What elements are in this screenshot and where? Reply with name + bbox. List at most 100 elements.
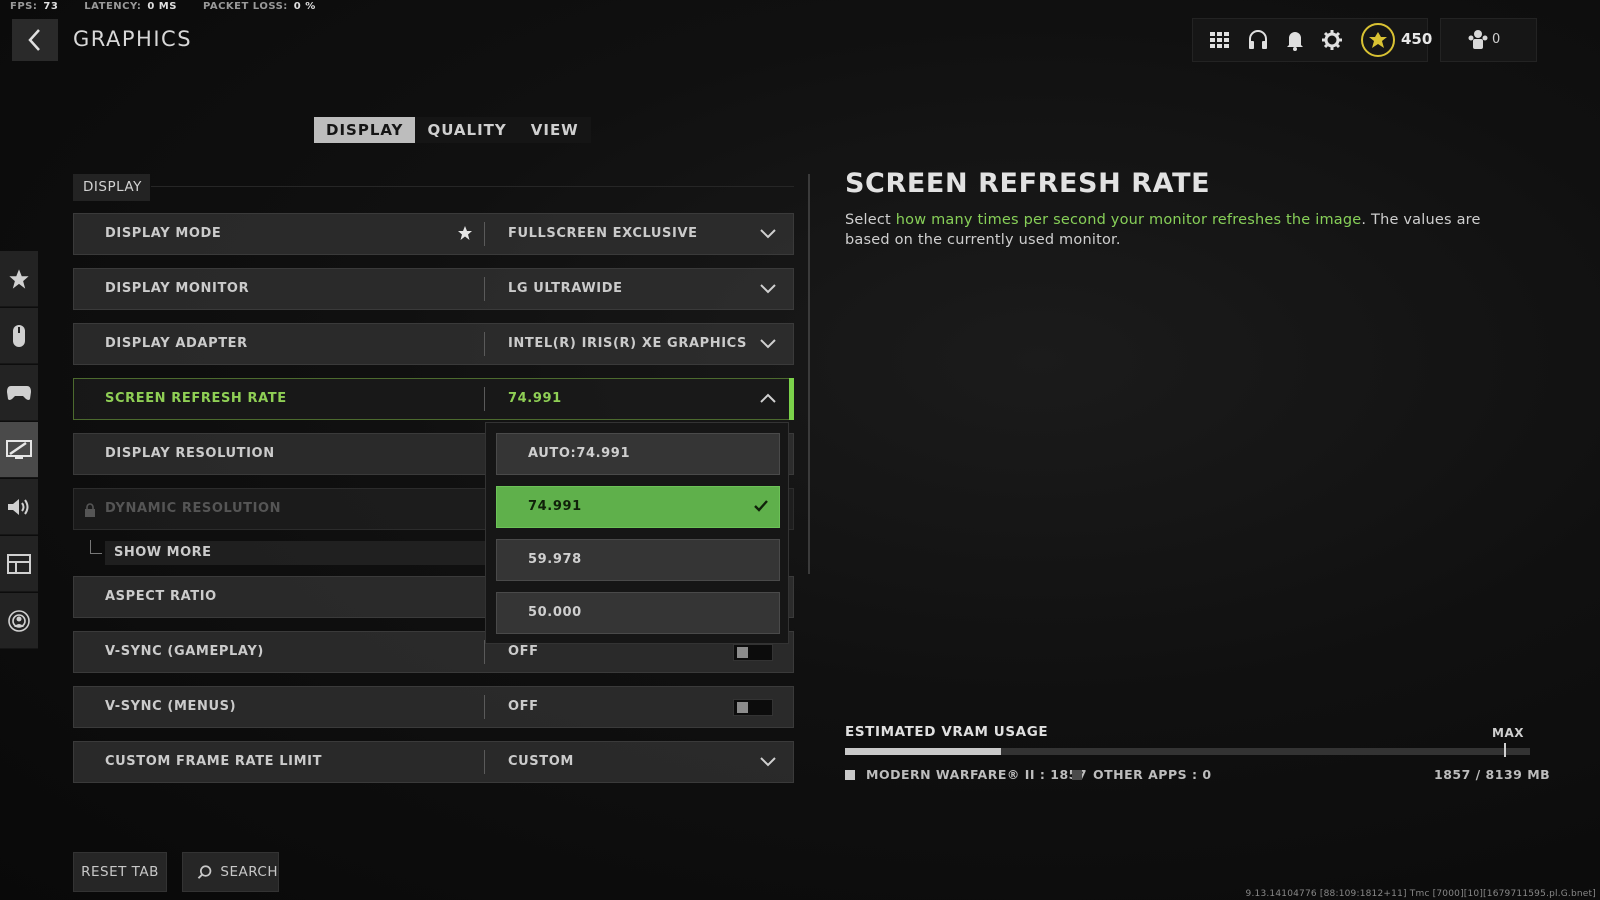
- category-controller[interactable]: [0, 365, 38, 421]
- chevron-left-icon: [28, 29, 40, 51]
- setting-name: ASPECT RATIO: [105, 589, 217, 604]
- vram-max-label: MAX: [1492, 726, 1524, 740]
- star-icon: [457, 225, 473, 245]
- legend-game: MODERN WARFARE® II : 1857: [845, 767, 1087, 782]
- tab-display[interactable]: DISPLAY: [314, 117, 416, 143]
- chevron-up-icon: [760, 393, 776, 403]
- packet-loss-value: 0 %: [293, 1, 316, 12]
- row-divider: [484, 222, 485, 246]
- build-version: 9.13.14104776 [88:109:1812+11] Tmc [7000…: [1245, 889, 1596, 899]
- row-divider: [484, 277, 485, 301]
- interface-icon: [7, 553, 31, 574]
- setting-display-adapter[interactable]: DISPLAY ADAPTER INTEL(R) IRIS(R) XE GRAP…: [73, 323, 794, 365]
- vram-max-marker: [1504, 743, 1506, 757]
- category-mouse[interactable]: [0, 308, 38, 364]
- lock-icon: [84, 502, 96, 521]
- party-icon: [1466, 28, 1490, 52]
- refresh-rate-dropdown: AUTO:74.991 74.991 59.978 50.000: [485, 422, 789, 644]
- dropdown-option[interactable]: 50.000: [496, 592, 780, 634]
- option-label: 74.991: [528, 499, 582, 514]
- cod-points-icon[interactable]: [1361, 23, 1395, 57]
- setting-value: OFF: [508, 699, 539, 714]
- dropdown-option-selected[interactable]: 74.991: [496, 486, 780, 528]
- category-audio[interactable]: [0, 479, 38, 535]
- row-divider: [484, 387, 485, 411]
- setting-vsync-menus[interactable]: V-SYNC (MENUS) OFF: [73, 686, 794, 728]
- setting-value: INTEL(R) IRIS(R) XE GRAPHICS: [508, 336, 747, 351]
- settings-scrollbar[interactable]: [808, 174, 810, 574]
- setting-value: 74.991: [508, 391, 562, 406]
- dropdown-option[interactable]: 59.978: [496, 539, 780, 581]
- setting-custom-frame-rate-limit[interactable]: CUSTOM FRAME RATE LIMIT CUSTOM: [73, 741, 794, 783]
- row-divider: [484, 695, 485, 719]
- vram-usage-bar: [845, 748, 1530, 755]
- latency-label: LATENCY:: [84, 1, 142, 12]
- legend-swatch: [845, 769, 855, 780]
- setting-display-monitor[interactable]: DISPLAY MONITOR LG ULTRAWIDE: [73, 268, 794, 310]
- party-count: 0: [1492, 32, 1501, 47]
- fps-label: FPS:: [10, 1, 38, 12]
- setting-display-mode[interactable]: DISPLAY MODE FULLSCREEN EXCLUSIVE: [73, 213, 794, 255]
- row-divider: [484, 750, 485, 774]
- category-account-network[interactable]: [0, 593, 38, 649]
- vsync-gameplay-toggle[interactable]: [733, 644, 773, 661]
- performance-stats: FPS: 73 LATENCY: 0 MS PACKET LOSS: 0 %: [10, 1, 338, 12]
- tab-quality[interactable]: QUALITY: [415, 117, 518, 143]
- tab-view[interactable]: VIEW: [519, 117, 591, 143]
- checkmark-icon: [754, 500, 768, 512]
- option-label: 59.978: [528, 552, 582, 567]
- graphics-tabs: DISPLAY QUALITY VIEW: [314, 117, 591, 143]
- headset-icon[interactable]: [1246, 28, 1270, 52]
- vsync-menus-toggle[interactable]: [733, 699, 773, 716]
- legend-other-label: OTHER APPS : 0: [1093, 767, 1212, 782]
- setting-name: SCREEN REFRESH RATE: [105, 391, 287, 406]
- page-title: GRAPHICS: [73, 27, 193, 51]
- toggle-knob: [737, 702, 748, 713]
- description-prefix: Select: [845, 212, 896, 228]
- latency-value: 0 MS: [147, 1, 177, 12]
- dropdown-option[interactable]: AUTO:74.991: [496, 433, 780, 475]
- cod-points-value: 450: [1401, 30, 1433, 48]
- chevron-down-icon: [760, 757, 776, 767]
- legend-other: OTHER APPS : 0: [1072, 767, 1212, 782]
- row-divider: [484, 332, 485, 356]
- setting-name: V-SYNC (GAMEPLAY): [105, 644, 264, 659]
- section-divider: [151, 186, 794, 187]
- category-interface[interactable]: [0, 536, 38, 592]
- search-icon: [197, 865, 212, 879]
- description-title: SCREEN REFRESH RATE: [845, 168, 1211, 199]
- section-label: DISPLAY: [73, 174, 150, 201]
- grid-icon[interactable]: [1208, 28, 1232, 52]
- category-graphics[interactable]: [0, 422, 38, 478]
- show-more-button[interactable]: SHOW MORE: [105, 541, 485, 565]
- tree-connector: [90, 540, 102, 554]
- setting-screen-refresh-rate[interactable]: SCREEN REFRESH RATE 74.991: [73, 378, 794, 420]
- setting-name: DISPLAY MODE: [105, 226, 222, 241]
- setting-name: DYNAMIC RESOLUTION: [105, 501, 282, 516]
- setting-name: CUSTOM FRAME RATE LIMIT: [105, 754, 323, 769]
- toggle-knob: [737, 647, 748, 658]
- legend-swatch: [1072, 769, 1082, 780]
- setting-name: DISPLAY MONITOR: [105, 281, 250, 296]
- description-body: Select how many times per second your mo…: [845, 210, 1525, 250]
- vram-total: 1857 / 8139 MB: [1434, 767, 1551, 782]
- reset-tab-label: RESET TAB: [81, 864, 159, 880]
- description-highlight: how many times per second your monitor r…: [895, 212, 1362, 228]
- setting-name: DISPLAY ADAPTER: [105, 336, 248, 351]
- setting-name: DISPLAY RESOLUTION: [105, 446, 275, 461]
- active-accent: [789, 378, 794, 420]
- option-label: AUTO:74.991: [528, 446, 631, 461]
- search-button[interactable]: SEARCH: [182, 852, 279, 892]
- vram-usage-fill: [845, 748, 1002, 755]
- speaker-icon: [8, 498, 29, 515]
- category-favorites[interactable]: [0, 251, 38, 307]
- chevron-down-icon: [760, 339, 776, 349]
- bell-icon[interactable]: [1283, 28, 1307, 52]
- setting-value: CUSTOM: [508, 754, 574, 769]
- packet-loss-label: PACKET LOSS:: [202, 1, 288, 12]
- back-button[interactable]: [12, 19, 58, 61]
- star-icon: [9, 268, 29, 289]
- reset-tab-button[interactable]: RESET TAB: [73, 852, 167, 892]
- gear-icon[interactable]: [1320, 28, 1344, 52]
- account-network-icon: [8, 609, 30, 632]
